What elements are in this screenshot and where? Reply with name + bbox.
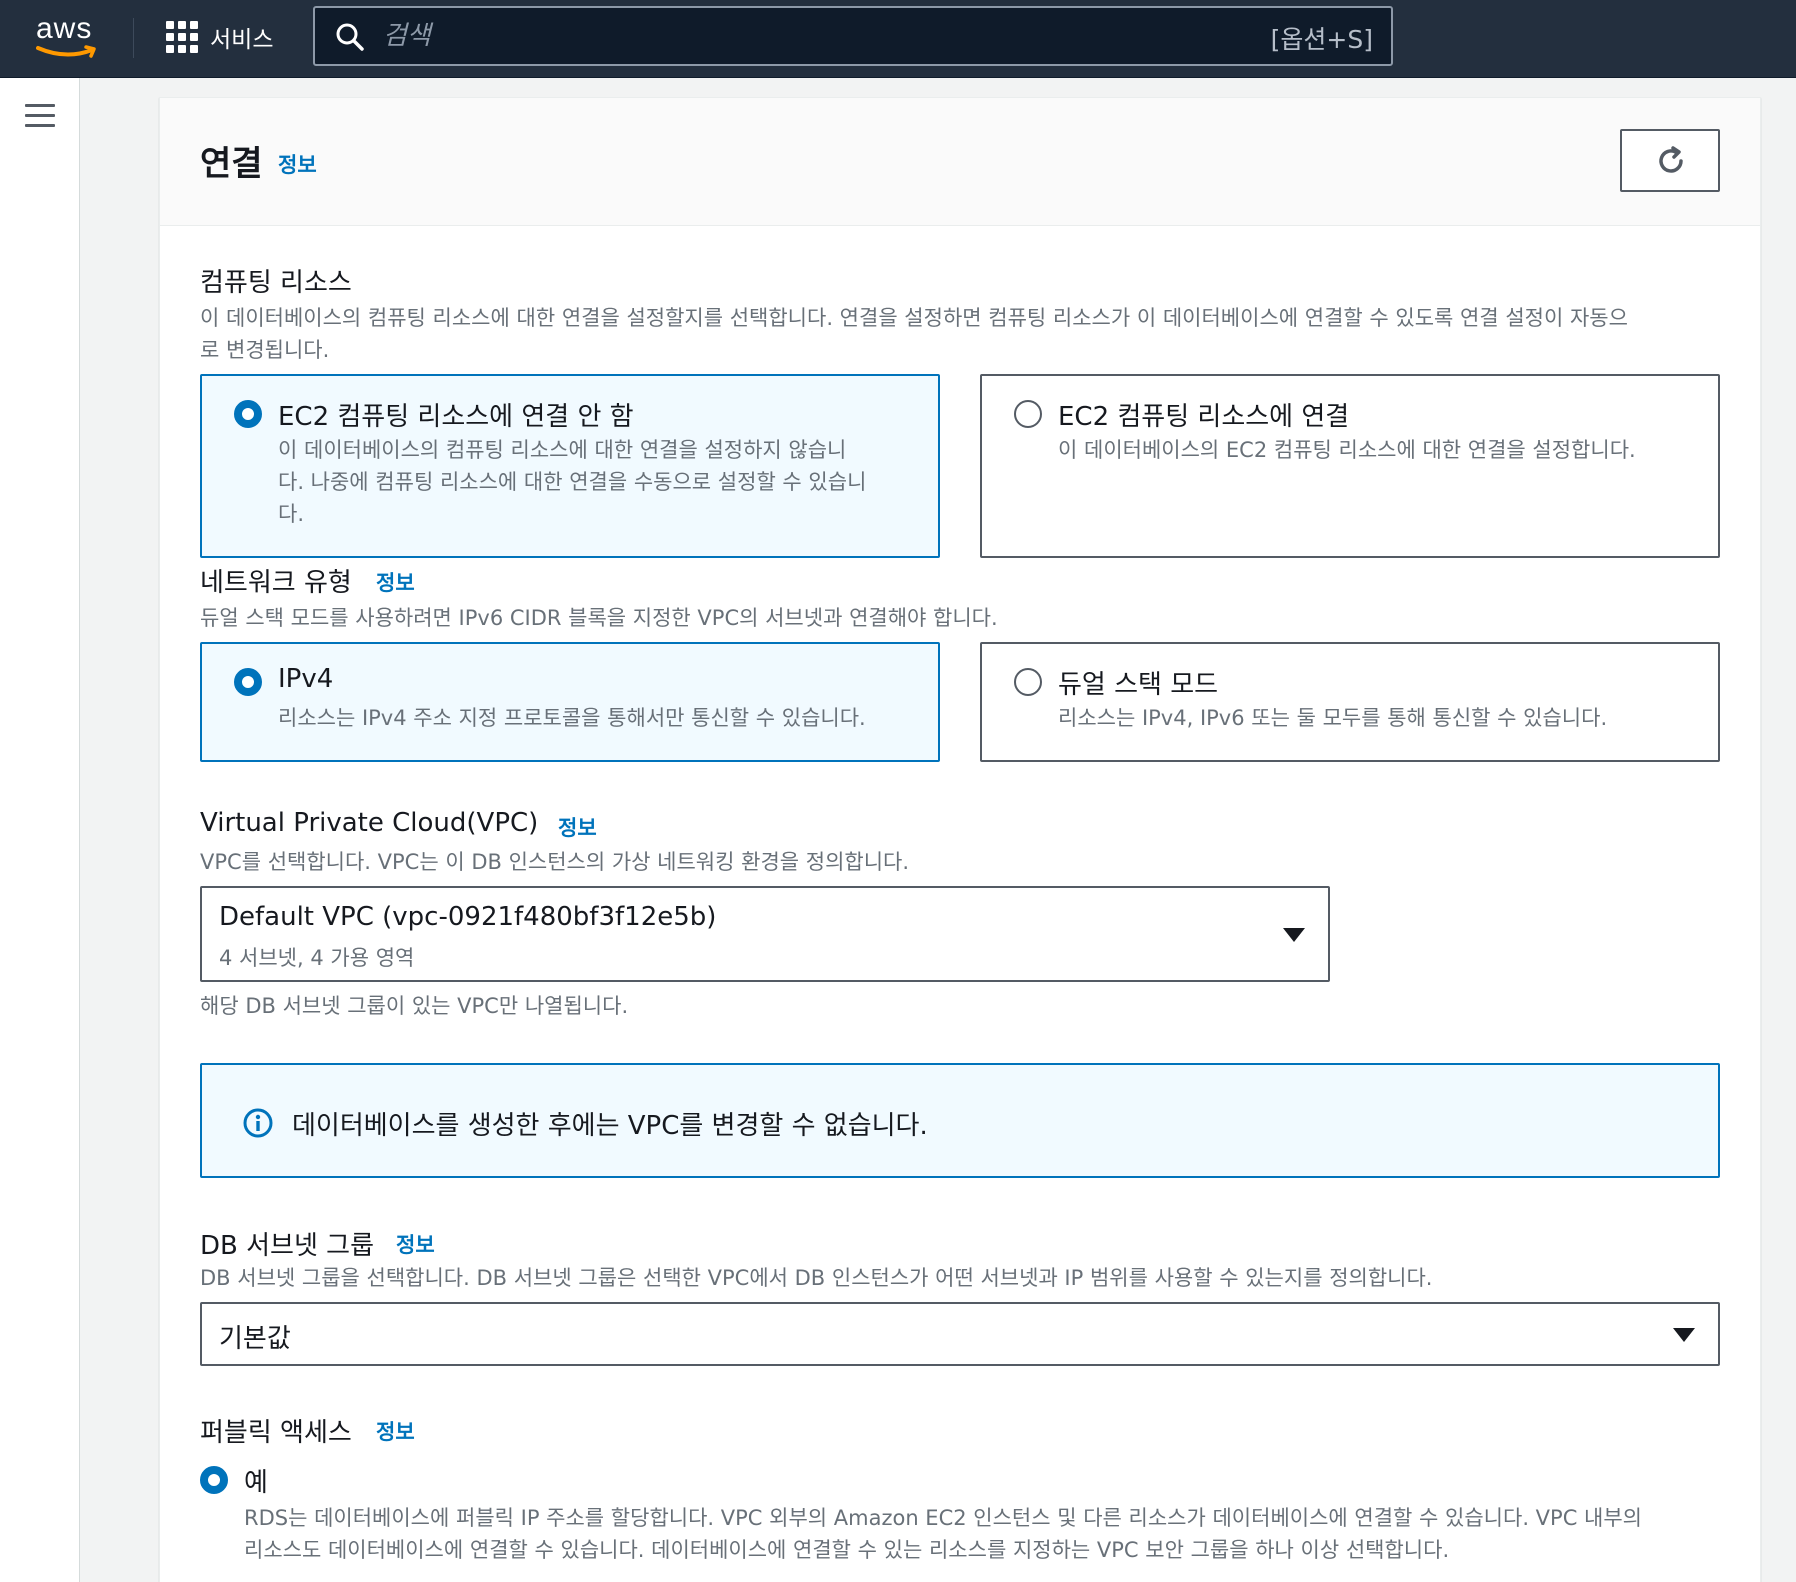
radio-public-access-yes[interactable]: [200, 1466, 228, 1494]
caret-down-icon: [1673, 1328, 1695, 1342]
radio-dual-stack[interactable]: [1014, 668, 1042, 696]
top-navigation: aws 서비스 [옵션+S]: [0, 0, 1796, 78]
aws-smile-icon: [36, 45, 96, 58]
tile-desc-line: 다.: [278, 502, 304, 526]
subnet-group-select[interactable]: 기본값: [200, 1302, 1720, 1366]
alert-text: 데이터베이스를 생성한 후에는 VPC를 변경할 수 없습니다.: [292, 1111, 928, 1141]
panel-info-link[interactable]: 정보: [278, 149, 317, 179]
search-bar[interactable]: [옵션+S]: [313, 6, 1393, 66]
compute-resource-label: 컴퓨팅 리소스: [200, 268, 352, 298]
tile-description: 리소스는 IPv4 주소 지정 프로토콜을 통해서만 통신할 수 있습니다.: [278, 706, 866, 730]
tile-desc-line: 이 데이터베이스의 EC2 컴퓨팅 리소스에 대한 연결을 설정합니다.: [1058, 438, 1636, 462]
tile-dual-stack[interactable]: 듀얼 스택 모드 리소스는 IPv4, IPv6 또는 둘 모두를 통해 통신할…: [980, 642, 1720, 762]
tile-description: 리소스는 IPv4, IPv6 또는 둘 모두를 통해 통신할 수 있습니다.: [1058, 706, 1608, 730]
public-access-info-link[interactable]: 정보: [376, 1416, 415, 1446]
nav-separator: [133, 18, 134, 58]
public-access-desc-line1: RDS는 데이터베이스에 퍼블릭 IP 주소를 할당합니다. VPC 외부의 A…: [244, 1506, 1642, 1530]
caret-down-icon: [1283, 928, 1305, 942]
subnet-group-desc: DB 서브넷 그룹을 선택합니다. DB 서브넷 그룹은 선택한 VPC에서 D…: [200, 1266, 1433, 1290]
tile-description: 이 데이터베이스의 EC2 컴퓨팅 리소스에 대한 연결을 설정합니다.: [1058, 434, 1636, 466]
tile-title: EC2 컴퓨팅 리소스에 연결 안 함: [278, 402, 634, 432]
subnet-group-info-link[interactable]: 정보: [396, 1229, 435, 1259]
vpc-desc: VPC를 선택합니다. VPC는 이 DB 인스턴스의 가상 네트워킹 환경을 …: [200, 850, 910, 874]
search-input[interactable]: [383, 16, 1233, 56]
aws-logo-text: aws: [36, 12, 93, 45]
services-label: 서비스: [210, 27, 274, 53]
radio-connect-ec2[interactable]: [1014, 400, 1042, 428]
compute-resource-desc-line2: 로 변경됩니다.: [200, 338, 330, 362]
menu-hamburger-icon[interactable]: [25, 104, 55, 130]
public-access-desc-line2: 리소스도 데이터베이스에 연결할 수 있습니다. 데이터베이스에 연결할 수 있…: [244, 1538, 1450, 1562]
refresh-button[interactable]: [1620, 129, 1720, 192]
radio-ipv4[interactable]: [234, 668, 262, 696]
refresh-icon: [1659, 146, 1683, 173]
network-type-info-link[interactable]: 정보: [376, 567, 415, 597]
tile-no-ec2-connection[interactable]: EC2 컴퓨팅 리소스에 연결 안 함 이 데이터베이스의 컴퓨팅 리소스에 대…: [200, 374, 940, 558]
tile-title: EC2 컴퓨팅 리소스에 연결: [1058, 402, 1350, 432]
vpc-label: Virtual Private Cloud(VPC): [200, 808, 539, 838]
panel-header: 연결 정보: [160, 98, 1760, 226]
vpc-info-link[interactable]: 정보: [558, 812, 597, 842]
tile-desc-line: 이 데이터베이스의 컴퓨팅 리소스에 대한 연결을 설정하지 않습니: [278, 438, 847, 462]
network-type-desc: 듀얼 스택 모드를 사용하려면 IPv6 CIDR 블록을 지정한 VPC의 서…: [200, 606, 998, 630]
public-access-label: 퍼블릭 액세스: [200, 1418, 352, 1448]
tile-title: IPv4: [278, 664, 334, 694]
panel-title: 연결: [200, 144, 263, 184]
search-icon: [336, 23, 364, 51]
vpc-selected-value: Default VPC (vpc-0921f480bf3f12e5b): [219, 902, 717, 932]
tile-description: 이 데이터베이스의 컴퓨팅 리소스에 대한 연결을 설정하지 않습니 다. 나중…: [278, 434, 866, 530]
compute-resource-desc-line1: 이 데이터베이스의 컴퓨팅 리소스에 대한 연결을 설정할지를 선택합니다. 연…: [200, 306, 1628, 330]
radio-no-ec2-connection[interactable]: [234, 400, 262, 428]
grid-icon: [166, 21, 198, 53]
vpc-info-alert: 데이터베이스를 생성한 후에는 VPC를 변경할 수 없습니다.: [200, 1063, 1720, 1178]
side-navigation-rail: [0, 78, 80, 1582]
public-access-yes-label[interactable]: 예: [244, 1462, 268, 1499]
tile-connect-ec2[interactable]: EC2 컴퓨팅 리소스에 연결 이 데이터베이스의 EC2 컴퓨팅 리소스에 대…: [980, 374, 1720, 558]
vpc-selected-sub: 4 서브넷, 4 가용 영역: [219, 946, 415, 970]
search-shortcut-hint: [옵션+S]: [1270, 25, 1373, 54]
vpc-hint: 해당 DB 서브넷 그룹이 있는 VPC만 나열됩니다.: [200, 994, 629, 1018]
info-circle-icon: [243, 1108, 273, 1138]
aws-logo[interactable]: aws: [34, 10, 104, 60]
network-type-label: 네트워크 유형: [200, 568, 352, 598]
subnet-group-label: DB 서브넷 그룹: [200, 1231, 374, 1261]
vpc-select[interactable]: Default VPC (vpc-0921f480bf3f12e5b) 4 서브…: [200, 886, 1330, 982]
services-menu-button[interactable]: 서비스: [166, 17, 273, 57]
tile-ipv4[interactable]: IPv4 리소스는 IPv4 주소 지정 프로토콜을 통해서만 통신할 수 있습…: [200, 642, 940, 762]
subnet-group-selected-value: 기본값: [219, 1324, 291, 1354]
tile-title: 듀얼 스택 모드: [1058, 670, 1219, 700]
tile-desc-line: 다. 나중에 컴퓨팅 리소스에 대한 연결을 수동으로 설정할 수 있습니: [278, 470, 867, 494]
